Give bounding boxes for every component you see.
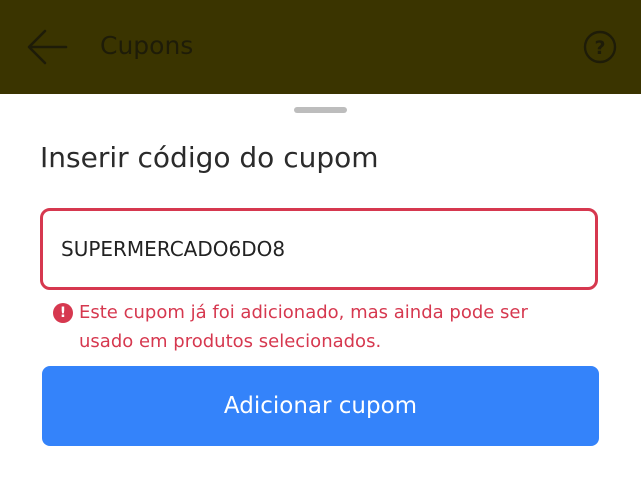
coupon-input-box[interactable] [40, 208, 598, 290]
question-circle-icon[interactable]: ? [583, 30, 617, 64]
app-bar: Cupons ? [0, 0, 641, 94]
coupon-bottom-sheet: Inserir código do cupom ! Este cupom já … [0, 94, 641, 500]
error-message: Este cupom já foi adicionado, mas ainda … [79, 302, 528, 352]
coupon-code-input[interactable] [61, 231, 561, 267]
drag-handle[interactable] [294, 107, 347, 113]
svg-text:?: ? [594, 37, 605, 59]
arrow-left-icon[interactable] [26, 28, 68, 66]
app-title: Cupons [100, 31, 194, 60]
exclamation-circle-icon: ! [53, 303, 73, 323]
add-coupon-button[interactable]: Adicionar cupom [42, 366, 599, 446]
sheet-title: Inserir código do cupom [40, 141, 379, 174]
